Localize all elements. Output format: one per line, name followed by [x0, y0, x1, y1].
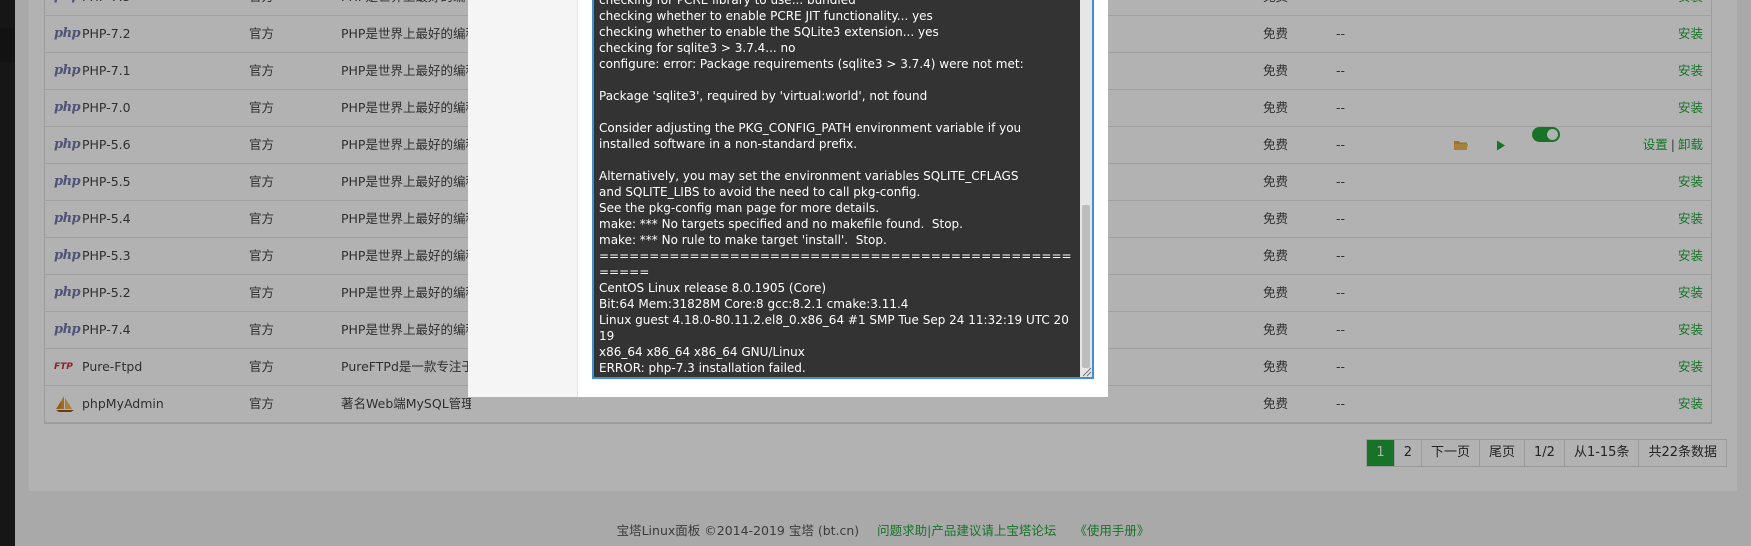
install-log-dialog: checking for PCRE library to use... bund…: [468, 0, 1108, 397]
resize-handle-icon[interactable]: [1080, 365, 1092, 377]
log-scrollbar-thumb[interactable]: [1082, 205, 1090, 368]
install-log-text: checking for PCRE library to use... bund…: [599, 0, 1072, 375]
dialog-side-menu: [468, 0, 578, 397]
install-log-textarea[interactable]: checking for PCRE library to use... bund…: [592, 0, 1094, 379]
log-scrollbar[interactable]: [1080, 0, 1092, 377]
